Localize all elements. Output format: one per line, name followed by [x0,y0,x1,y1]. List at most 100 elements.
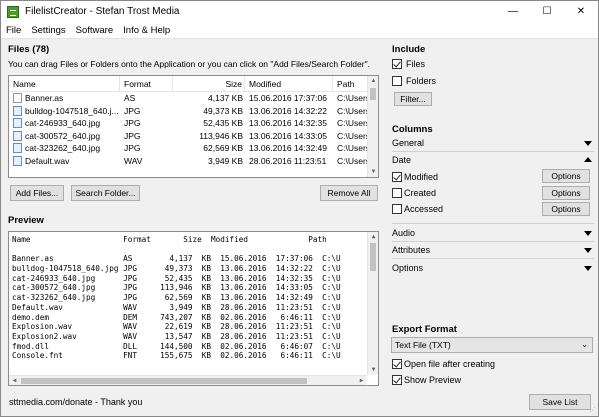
accessed-options-button[interactable]: Options [542,202,590,216]
scroll-up-icon[interactable]: ▲ [368,76,378,86]
created-checkbox[interactable] [392,188,402,198]
include-files-checkbox[interactable] [392,59,402,69]
preview-line: Console.fnt FNT 155,675 KB 02.06.2016 6:… [12,351,341,361]
preview-line: cat-300572_640.jpg JPG 113,946 KB 13.06.… [12,283,341,293]
table-row[interactable]: Default.wav WAV 3,949 KB 28.06.2016 11:23:5… [9,155,378,168]
modified-options-button[interactable]: Options [542,169,590,183]
modified-cell: 15.06.2016 17:37:06 [249,93,327,104]
menu-info-help[interactable]: Info & Help [118,25,175,36]
created-options-button[interactable]: Options [542,186,590,200]
scroll-down-icon[interactable]: ▼ [368,167,378,177]
columns-heading: Columns [392,124,433,135]
file-name-cell: Default.wav [9,155,120,166]
scroll-thumb[interactable] [370,243,376,271]
filter-button[interactable]: Filter... [394,92,432,106]
open-after-checkbox[interactable] [392,359,402,369]
chevron-down-icon: ⌄ [581,340,588,349]
menu-software[interactable]: Software [71,25,119,36]
accessed-checkbox[interactable] [392,204,402,214]
preview-line: Default.wav WAV 3,949 KB 28.06.2016 11:2… [12,302,341,312]
size-cell: 62,569 KB [203,143,243,154]
preview-lines: Banner.as AS 4,137 KB 15.06.2016 17:37:0… [12,254,367,361]
menu-settings[interactable]: Settings [26,25,70,36]
include-folders-label: Folders [406,76,437,86]
file-name-cell: cat-246933_640.jpg [9,118,120,129]
resize-grip-icon[interactable]: ⋰ [589,406,596,414]
table-row[interactable]: cat-246933_640.jpg JPG 52,435 KB 13.06.2016… [9,117,378,130]
include-heading: Include [392,44,426,55]
table-row[interactable]: Banner.as AS 4,137 KB 15.06.2016 17:37:06 C:… [9,92,378,105]
table-row[interactable]: cat-300572_640.jpg JPG 113,946 KB 13.06.201… [9,130,378,143]
file-name-cell: cat-323262_640.jpg [9,143,120,154]
columns-options-label[interactable]: Options [392,263,423,273]
close-button[interactable]: ✕ [564,1,598,22]
remove-all-button[interactable]: Remove All [320,185,378,201]
file-list-vscroll[interactable]: ▲ ▼ [367,76,378,177]
file-list[interactable]: Name Format Size Modified Path Banner.as… [8,75,379,178]
path-cell: C:\Users [337,130,369,141]
created-label: Created [404,188,437,198]
col-modified[interactable]: Modified [245,76,333,92]
modified-cell: 28.06.2016 11:23:51 [249,155,327,166]
columns-date-label[interactable]: Date [392,155,411,165]
menu-bar: File Settings Software Info & Help [1,22,598,39]
modified-cell: 13.06.2016 14:32:49 [249,143,327,154]
columns-general-label[interactable]: General [392,138,424,148]
menu-file[interactable]: File [1,25,26,36]
export-format-select[interactable]: Text File (TXT) ⌄ [391,337,593,353]
path-cell: C:\Users [337,118,369,129]
scroll-left-icon[interactable]: ◀ [9,376,20,385]
modified-cell: 13.06.2016 14:32:35 [249,118,327,129]
save-list-button[interactable]: Save List [529,394,591,410]
size-cell: 113,946 KB [199,130,243,141]
columns-attributes-label[interactable]: Attributes [392,245,430,255]
collapse-date-icon[interactable] [584,157,592,162]
include-folders-checkbox[interactable] [392,76,402,86]
file-name: Banner.as [25,93,64,104]
col-size[interactable]: Size [173,76,245,92]
status-text[interactable]: sttmedia.com/donate - Thank you [9,397,142,407]
scroll-thumb[interactable] [370,88,376,100]
preview-vscroll[interactable]: ▲ ▼ [367,232,378,375]
scroll-up-icon[interactable]: ▲ [368,232,378,242]
scroll-thumb[interactable] [21,378,307,384]
expand-audio-icon[interactable] [584,231,592,236]
preview-hscroll[interactable]: ◀ ▶ [9,375,367,385]
expand-options-icon[interactable] [584,266,592,271]
preview-separator [12,245,367,255]
file-name: cat-323262_640.jpg [25,143,101,154]
preview-line: demo.dem DEM 743,207 KB 02.06.2016 6:46:… [12,312,341,322]
preview-box[interactable]: Name Format Size Modified Path Banner.as… [8,231,379,386]
col-path[interactable]: Path [333,76,369,92]
columns-audio-label[interactable]: Audio [392,228,415,238]
size-cell: 3,949 KB [208,155,243,166]
table-row[interactable]: bulldog-1047518_640.j... JPG 49,373 KB 13.0… [9,105,378,118]
size-cell: 4,137 KB [208,93,243,104]
open-after-label: Open file after creating [404,359,496,369]
preview-line: cat-246933_640.jpg JPG 52,435 KB 13.06.2… [12,273,341,283]
modified-checkbox[interactable] [392,172,402,182]
path-cell: C:\Users [337,155,369,166]
add-files-button[interactable]: Add Files... [10,185,64,201]
preview-line: bulldog-1047518_640.jpg JPG 49,373 KB 13… [12,264,341,274]
format-cell: JPG [124,118,141,129]
expand-general-icon[interactable] [584,141,592,146]
minimize-button[interactable]: — [496,1,530,22]
show-preview-checkbox[interactable] [392,375,402,385]
scroll-down-icon[interactable]: ▼ [368,365,378,375]
format-cell: JPG [124,105,141,116]
document-file-icon [13,93,22,104]
scroll-right-icon[interactable]: ▶ [356,376,367,385]
divider [392,223,594,224]
window-title: FilelistCreator - Stefan Trost Media [25,6,180,17]
expand-attributes-icon[interactable] [584,248,592,253]
table-row[interactable]: cat-323262_640.jpg JPG 62,569 KB 13.06.2016… [9,142,378,155]
search-folder-button[interactable]: Search Folder... [71,185,140,201]
file-name-cell: bulldog-1047518_640.j... [9,105,120,116]
show-preview-label: Show Preview [404,375,462,385]
maximize-button[interactable]: ☐ [530,1,564,22]
col-format[interactable]: Format [120,76,173,92]
col-name[interactable]: Name [9,76,120,92]
divider [392,258,594,259]
app-window: FilelistCreator - Stefan Trost Media — ☐… [0,0,599,417]
